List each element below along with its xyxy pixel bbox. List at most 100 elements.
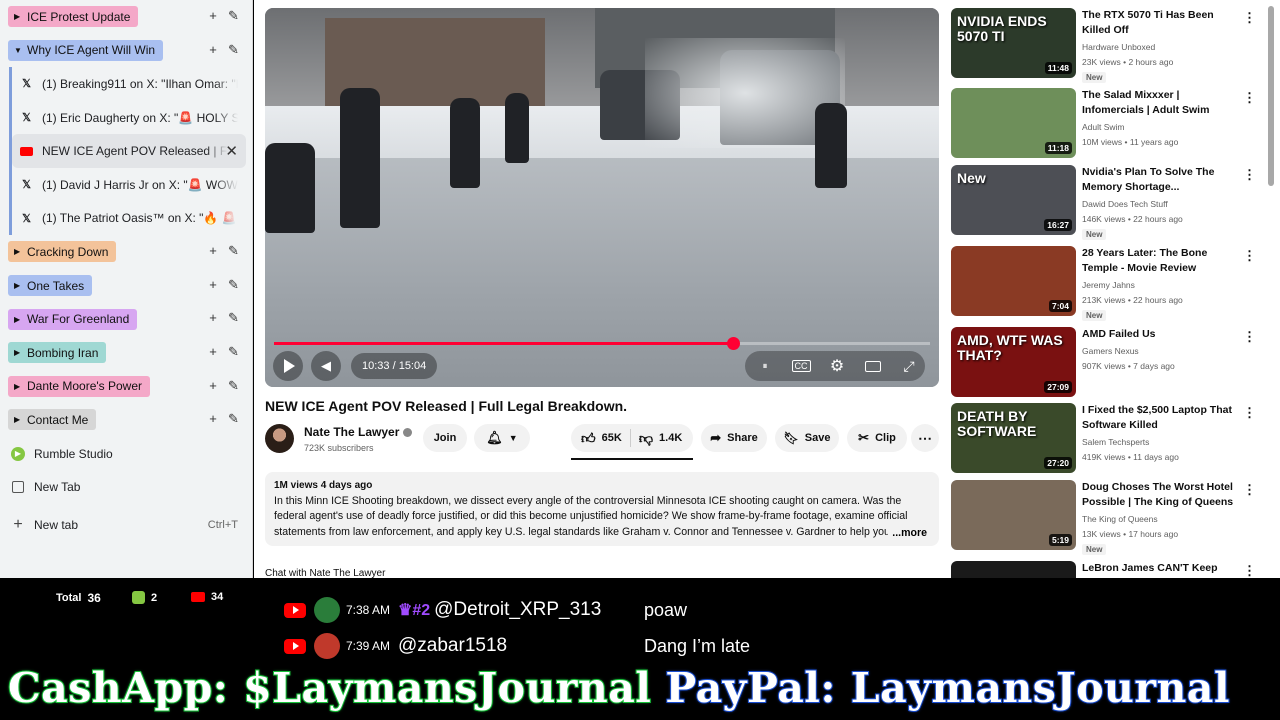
- group-chip[interactable]: ▼ Why ICE Agent Will Win: [8, 39, 164, 61]
- related-title[interactable]: 28 Years Later: The Bone Temple - Movie …: [1082, 246, 1242, 276]
- related-channel[interactable]: Hardware Unboxed: [1082, 42, 1155, 52]
- related-video[interactable]: 11:18 The Salad Mixxxer | Infomercials | …: [951, 88, 1271, 160]
- edit-icon[interactable]: ✎: [228, 344, 239, 360]
- video-thumbnail[interactable]: New 16:27: [951, 165, 1076, 235]
- edit-icon[interactable]: ✎: [228, 8, 239, 24]
- more-vertical-icon[interactable]: ⋮: [1243, 482, 1256, 498]
- related-video[interactable]: New 16:27 Nvidia's Plan To Solve The Memor…: [951, 165, 1271, 240]
- tab-item[interactable]: 𝕏 (1) The Patriot Oasis™ on X: "🔥 🚨 COI: [0, 202, 252, 236]
- video-player[interactable]: ◀ 10:33 / 15:04 ⏸ CC ⚙ ⤢: [265, 8, 939, 387]
- tab-item[interactable]: 𝕏 (1) David J Harris Jr on X: "🚨 WOW! Re: [0, 168, 252, 202]
- more-vertical-icon[interactable]: ⋮: [1243, 248, 1256, 264]
- volume-button[interactable]: ◀: [311, 351, 341, 381]
- tab-group-contact-me[interactable]: ▶ Contact Me + ✎: [0, 403, 252, 437]
- related-video[interactable]: LeBron James CAN'T Keep ⋮: [951, 561, 1271, 578]
- channel-name[interactable]: Nate The Lawyer: [304, 425, 413, 439]
- edit-icon[interactable]: ✎: [228, 277, 239, 293]
- group-chip[interactable]: ▶ War For Greenland: [8, 308, 138, 330]
- like-icon[interactable]: 👍︎: [581, 430, 596, 447]
- related-video[interactable]: NVIDIA ENDS 5070 TI 11:48 The RTX 5070 Ti …: [951, 8, 1271, 83]
- tab-group-war-for-greenland[interactable]: ▶ War For Greenland + ✎: [0, 302, 252, 336]
- notifications-button[interactable]: 🔔︎ ▼: [474, 424, 530, 452]
- related-channel[interactable]: Salem Techsperts: [1082, 437, 1149, 447]
- group-chip[interactable]: ▶ Contact Me: [8, 409, 97, 431]
- tab-group-ice-protest-update[interactable]: ▶ ICE Protest Update + ✎: [0, 0, 252, 34]
- edit-icon[interactable]: ✎: [228, 42, 239, 58]
- related-title[interactable]: The Salad Mixxxer | Infomercials | Adult…: [1082, 88, 1242, 118]
- tab-item[interactable]: 𝕏 (1) Eric Daugherty on X: "🚨 HOLY SMO: [0, 101, 252, 135]
- progress-bar[interactable]: [274, 337, 930, 350]
- related-video[interactable]: 5:19 Doug Choses The Worst Hotel Possible…: [951, 480, 1271, 555]
- related-title[interactable]: LeBron James CAN'T Keep: [1082, 561, 1242, 576]
- more-vertical-icon[interactable]: ⋮: [1243, 329, 1256, 345]
- tab-new-tab[interactable]: New Tab: [0, 470, 252, 504]
- add-icon[interactable]: +: [208, 378, 218, 394]
- dislike-icon[interactable]: 👎︎: [639, 430, 653, 447]
- add-icon[interactable]: +: [208, 243, 218, 259]
- video-thumbnail[interactable]: DEATH BY SOFTWARE 27:20: [951, 403, 1076, 473]
- theater-button[interactable]: [861, 353, 885, 379]
- tab-group-one-takes[interactable]: ▶ One Takes + ✎: [0, 269, 252, 303]
- add-icon[interactable]: +: [208, 310, 218, 326]
- share-button[interactable]: ➦ Share: [701, 424, 767, 452]
- add-icon[interactable]: +: [208, 42, 218, 58]
- related-channel[interactable]: Gamers Nexus: [1082, 346, 1139, 356]
- video-thumbnail[interactable]: 5:19: [951, 480, 1076, 550]
- group-chip[interactable]: ▶ ICE Protest Update: [8, 6, 139, 28]
- edit-icon[interactable]: ✎: [228, 243, 239, 259]
- tab-item[interactable]: 𝕏 (1) Breaking911 on X: "Ilhan Omar: "He: [0, 67, 252, 101]
- play-button[interactable]: [273, 351, 303, 381]
- add-icon[interactable]: +: [208, 8, 218, 24]
- group-chip[interactable]: ▶ Dante Moore's Power: [8, 375, 151, 397]
- description-box[interactable]: 1M views 4 days ago In this Minn ICE Sho…: [265, 472, 939, 546]
- more-vertical-icon[interactable]: ⋮: [1243, 563, 1256, 578]
- edit-icon[interactable]: ✎: [228, 310, 239, 326]
- more-actions-button[interactable]: ⋯: [911, 424, 939, 452]
- clip-button[interactable]: ✂ Clip: [847, 424, 907, 452]
- group-chip[interactable]: ▶ Cracking Down: [8, 241, 117, 263]
- channel-avatar[interactable]: [265, 424, 294, 453]
- related-video[interactable]: AMD, WTF WAS THAT? 27:09 AMD Failed Us Game…: [951, 327, 1271, 399]
- add-icon[interactable]: +: [208, 344, 218, 360]
- close-icon[interactable]: ✕: [225, 142, 238, 160]
- more-link[interactable]: ...more: [888, 527, 927, 539]
- video-thumbnail[interactable]: 11:18: [951, 88, 1076, 158]
- save-button[interactable]: 🔖︎ Save: [775, 424, 839, 452]
- add-icon[interactable]: +: [208, 411, 218, 427]
- tab-group-cracking-down[interactable]: ▶ Cracking Down + ✎: [0, 235, 252, 269]
- related-title[interactable]: Doug Choses The Worst Hotel Possible | T…: [1082, 480, 1242, 510]
- fullscreen-button[interactable]: ⤢: [897, 353, 921, 379]
- related-title[interactable]: I Fixed the $2,500 Laptop That Software …: [1082, 403, 1242, 433]
- more-vertical-icon[interactable]: ⋮: [1243, 90, 1256, 106]
- video-thumbnail[interactable]: [951, 561, 1076, 578]
- related-title[interactable]: The RTX 5070 Ti Has Been Killed Off: [1082, 8, 1242, 38]
- video-thumbnail[interactable]: AMD, WTF WAS THAT? 27:09: [951, 327, 1076, 397]
- related-video[interactable]: 7:04 28 Years Later: The Bone Temple - Mo…: [951, 246, 1271, 321]
- dislike-count[interactable]: 1.4K: [659, 432, 682, 444]
- tab-group-bombing-iran[interactable]: ▶ Bombing Iran + ✎: [0, 336, 252, 370]
- tab-group-dante-moores-power[interactable]: ▶ Dante Moore's Power + ✎: [0, 370, 252, 404]
- tab-group-why-ice-agent-will-win[interactable]: ▼ Why ICE Agent Will Win + ✎: [0, 34, 252, 68]
- join-button[interactable]: Join: [423, 424, 467, 452]
- scrollbar[interactable]: [1268, 6, 1274, 186]
- related-title[interactable]: AMD Failed Us: [1082, 327, 1242, 342]
- related-channel[interactable]: The King of Queens: [1082, 514, 1158, 524]
- like-count[interactable]: 65K: [602, 432, 622, 444]
- video-thumbnail[interactable]: NVIDIA ENDS 5070 TI 11:48: [951, 8, 1076, 78]
- settings-button[interactable]: ⚙: [825, 353, 849, 379]
- more-vertical-icon[interactable]: ⋮: [1243, 167, 1256, 183]
- video-thumbnail[interactable]: 7:04: [951, 246, 1076, 316]
- related-channel[interactable]: Dawid Does Tech Stuff: [1082, 199, 1168, 209]
- related-channel[interactable]: Jeremy Jahns: [1082, 280, 1135, 290]
- tab-item-active[interactable]: NEW ICE Agent POV Released | Full L ✕: [12, 134, 246, 168]
- related-channel[interactable]: Adult Swim: [1082, 122, 1125, 132]
- captions-button[interactable]: CC: [789, 353, 813, 379]
- autoplay-toggle[interactable]: ⏸: [753, 353, 777, 379]
- edit-icon[interactable]: ✎: [228, 378, 239, 394]
- tab-rumble-studio[interactable]: ▶ Rumble Studio: [0, 437, 252, 471]
- related-title[interactable]: Nvidia's Plan To Solve The Memory Shorta…: [1082, 165, 1242, 195]
- more-vertical-icon[interactable]: ⋮: [1243, 405, 1256, 421]
- new-tab-button[interactable]: + New tab Ctrl+T: [0, 508, 252, 542]
- related-video[interactable]: DEATH BY SOFTWARE 27:20 I Fixed the $2,500…: [951, 403, 1271, 475]
- add-icon[interactable]: +: [208, 277, 218, 293]
